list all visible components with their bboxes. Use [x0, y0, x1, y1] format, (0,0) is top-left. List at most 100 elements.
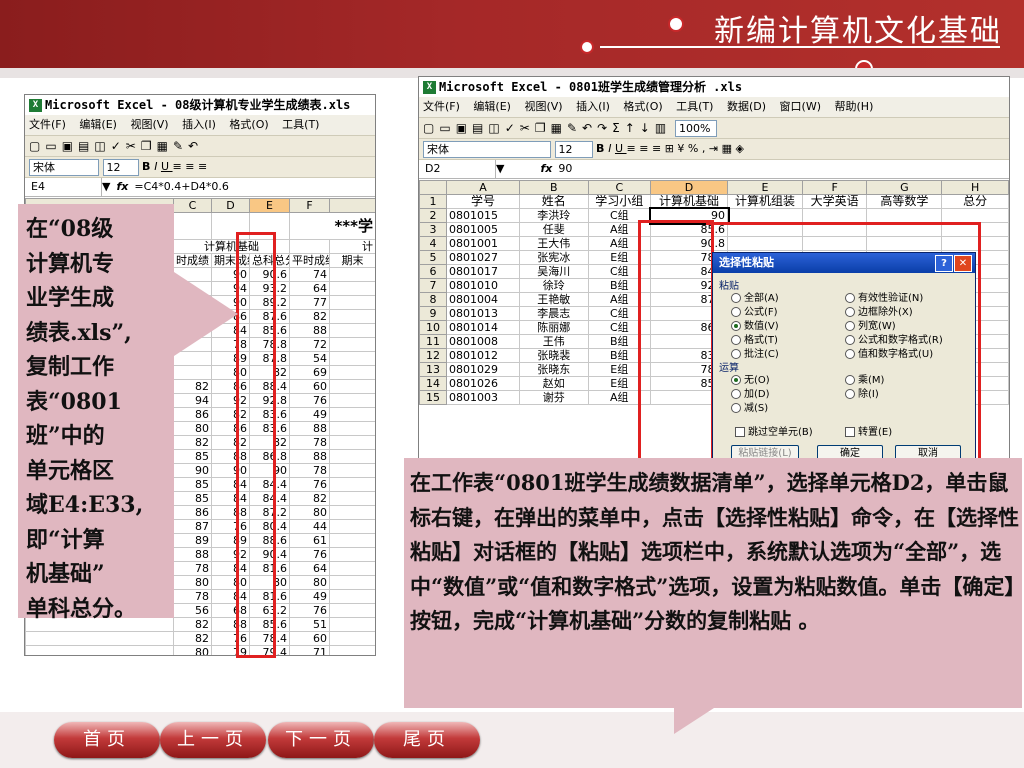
cell[interactable]: [801, 208, 868, 223]
cell-f[interactable]: 76: [289, 477, 330, 492]
row-header[interactable]: 8: [419, 292, 448, 307]
font-name-select[interactable]: 宋体: [29, 158, 99, 176]
fx-icon[interactable]: fx: [540, 160, 552, 178]
radio-option[interactable]: 格式(T): [731, 331, 778, 346]
row-header[interactable]: 4: [419, 236, 448, 251]
cell[interactable]: [329, 603, 375, 618]
radio-option[interactable]: 全部(A): [731, 289, 779, 304]
cell-id[interactable]: 0801010: [446, 278, 520, 293]
cell[interactable]: [329, 617, 375, 632]
menu-edit[interactable]: 编辑(E): [473, 100, 511, 113]
cell-c[interactable]: 82: [173, 379, 212, 394]
underline-icon[interactable]: U: [615, 142, 627, 155]
header-group[interactable]: 计: [329, 239, 375, 254]
row-header[interactable]: 9: [419, 306, 448, 321]
cell-f[interactable]: 76: [289, 393, 330, 408]
cell-f[interactable]: 78: [289, 463, 330, 478]
formula-input[interactable]: =C4*0.4+D4*0.6: [134, 180, 229, 193]
column-header[interactable]: B: [518, 180, 589, 195]
column-header[interactable]: F: [801, 180, 868, 195]
cell[interactable]: [329, 337, 375, 352]
cell[interactable]: [329, 589, 375, 604]
cell-f[interactable]: 88: [289, 323, 330, 338]
row-header[interactable]: 13: [419, 362, 448, 377]
new-icon[interactable]: ▢: [423, 121, 434, 135]
align-center-icon[interactable]: ≡: [185, 160, 194, 173]
cell[interactable]: [329, 645, 375, 655]
bold-icon[interactable]: B: [596, 142, 608, 155]
cell[interactable]: [25, 631, 174, 646]
column-header[interactable]: H: [941, 180, 1009, 195]
cell[interactable]: [329, 323, 375, 338]
column-header[interactable]: D: [650, 180, 728, 195]
cell[interactable]: [329, 281, 375, 296]
cell-id[interactable]: 0801017: [446, 264, 520, 279]
cell[interactable]: [329, 295, 375, 310]
cell[interactable]: [329, 519, 375, 534]
cell[interactable]: [727, 208, 803, 223]
cell-c[interactable]: 86: [173, 407, 212, 422]
cell[interactable]: [329, 463, 375, 478]
transpose-checkbox[interactable]: 转置(E): [845, 423, 892, 438]
cell[interactable]: [329, 435, 375, 450]
cell[interactable]: [866, 208, 943, 223]
table-header[interactable]: 姓名: [518, 194, 589, 209]
paste-icon[interactable]: ▦: [551, 121, 562, 135]
cell-id[interactable]: 0801027: [446, 250, 520, 265]
radio-option[interactable]: 公式和数字格式(R): [845, 331, 943, 346]
menu-data[interactable]: 数据(D): [727, 100, 766, 113]
indent-icon[interactable]: ⇥: [709, 142, 718, 155]
font-name-select[interactable]: 宋体: [423, 140, 551, 158]
cell-c[interactable]: 82: [173, 435, 212, 450]
cell[interactable]: [329, 407, 375, 422]
cell-name[interactable]: 王艳敏: [518, 292, 589, 307]
spell-icon[interactable]: ✓: [505, 121, 515, 135]
preview-icon[interactable]: ◫: [488, 121, 499, 135]
cell-id[interactable]: 0801013: [446, 306, 520, 321]
cell-c[interactable]: 82: [173, 617, 212, 632]
copy-icon[interactable]: ❐: [535, 121, 546, 135]
cell-c[interactable]: 85: [173, 477, 212, 492]
percent-icon[interactable]: %: [688, 142, 698, 155]
namebox-dropdown-icon[interactable]: ▼: [102, 180, 110, 193]
column-header[interactable]: E: [249, 198, 290, 213]
cell[interactable]: [329, 547, 375, 562]
cell[interactable]: [25, 645, 174, 655]
cell-name[interactable]: 张晓东: [518, 362, 589, 377]
cell[interactable]: [329, 421, 375, 436]
column-header[interactable]: A: [446, 180, 520, 195]
italic-icon[interactable]: I: [154, 160, 161, 173]
cell-name[interactable]: 李洪玲: [518, 208, 589, 223]
align-left-icon[interactable]: ≡: [173, 160, 182, 173]
radio-option[interactable]: 加(D): [731, 385, 770, 400]
table-header[interactable]: 计算机组装: [727, 194, 803, 209]
menu-tools[interactable]: 工具(T): [282, 118, 319, 131]
cell[interactable]: [329, 393, 375, 408]
menu-view[interactable]: 视图(V): [524, 100, 562, 113]
cut-icon[interactable]: ✂: [126, 139, 136, 153]
cell-f[interactable]: 54: [289, 351, 330, 366]
cell-name[interactable]: 王伟: [518, 334, 589, 349]
spell-icon[interactable]: ✓: [111, 139, 121, 153]
align-right-icon[interactable]: ≡: [198, 160, 207, 173]
row-header[interactable]: 7: [419, 278, 448, 293]
undo-icon[interactable]: ↶: [188, 139, 198, 153]
zoom-select[interactable]: 100%: [675, 120, 718, 137]
row-header[interactable]: 11: [419, 334, 448, 349]
format-painter-icon[interactable]: ✎: [567, 121, 577, 135]
radio-option[interactable]: 无(O): [731, 371, 770, 386]
column-header[interactable]: G: [866, 180, 943, 195]
cell-c[interactable]: [173, 365, 212, 380]
radio-option[interactable]: 减(S): [731, 399, 768, 414]
subheader[interactable]: 平时成绩: [289, 253, 330, 268]
row-header[interactable]: 15: [419, 390, 448, 405]
cell-id[interactable]: 0801029: [446, 362, 520, 377]
cell-f[interactable]: 72: [289, 337, 330, 352]
cell-f[interactable]: 64: [289, 561, 330, 576]
row-header[interactable]: 3: [419, 222, 448, 237]
sort-desc-icon[interactable]: ↓: [640, 121, 650, 135]
row-header[interactable]: 12: [419, 348, 448, 363]
cell-f[interactable]: 61: [289, 533, 330, 548]
sort-asc-icon[interactable]: ↑: [625, 121, 635, 135]
cell-c[interactable]: 85: [173, 449, 212, 464]
